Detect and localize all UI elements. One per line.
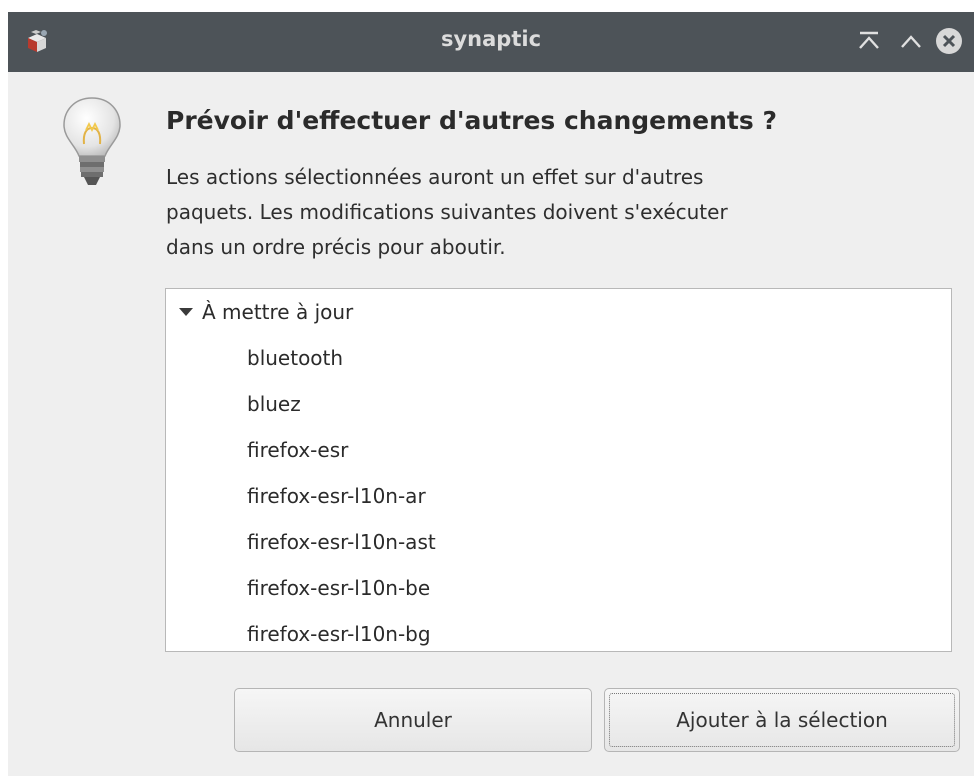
cancel-button[interactable]: Annuler xyxy=(234,688,592,752)
package-row[interactable]: bluez xyxy=(166,381,951,427)
maximize-icon[interactable] xyxy=(896,26,926,56)
close-icon[interactable] xyxy=(934,26,964,56)
cancel-button-label: Annuler xyxy=(374,708,452,732)
message-line: dans un ordre précis pour aboutir. xyxy=(166,235,506,259)
package-row[interactable]: firefox-esr xyxy=(166,427,951,473)
dialog-heading: Prévoir d'effectuer d'autres changements… xyxy=(166,106,777,135)
package-name: firefox-esr-l10n-ast xyxy=(247,530,436,554)
dialog-message: Les actions sélectionnées auront un effe… xyxy=(166,160,926,265)
package-row[interactable]: firefox-esr-l10n-bg xyxy=(166,611,951,651)
package-row[interactable]: firefox-esr-l10n-ar xyxy=(166,473,951,519)
package-name: bluetooth xyxy=(247,346,344,370)
package-row[interactable]: firefox-esr-l10n-ast xyxy=(166,519,951,565)
group-label: À mettre à jour xyxy=(202,300,354,324)
window-title: synaptic xyxy=(440,27,542,51)
tree-group-row[interactable]: À mettre à jour xyxy=(166,289,951,335)
package-name: firefox-esr-l10n-bg xyxy=(247,622,431,646)
add-to-selection-button-label: Ajouter à la sélection xyxy=(676,708,888,732)
package-name: firefox-esr xyxy=(247,438,349,462)
keep-above-icon[interactable] xyxy=(854,26,884,56)
window-titlebar[interactable]: synaptic xyxy=(8,12,974,72)
message-line: paquets. Les modifications suivantes doi… xyxy=(166,200,728,224)
package-name: bluez xyxy=(247,392,301,416)
package-name: firefox-esr-l10n-be xyxy=(247,576,431,600)
add-to-selection-button[interactable]: Ajouter à la sélection xyxy=(604,688,960,752)
package-row[interactable]: firefox-esr-l10n-be xyxy=(166,565,951,611)
lightbulb-icon xyxy=(58,94,126,194)
package-row[interactable]: bluetooth xyxy=(166,335,951,381)
expander-arrow-icon[interactable] xyxy=(179,308,193,316)
screen: synaptic Prévoir d'effectuer d'autres ch… xyxy=(0,0,974,776)
message-line: Les actions sélectionnées auront un effe… xyxy=(166,165,704,189)
package-name: firefox-esr-l10n-ar xyxy=(247,484,426,508)
synaptic-dialog-window: synaptic Prévoir d'effectuer d'autres ch… xyxy=(8,12,974,776)
changes-tree[interactable]: À mettre à jour bluetooth bluez firefox-… xyxy=(165,288,952,652)
